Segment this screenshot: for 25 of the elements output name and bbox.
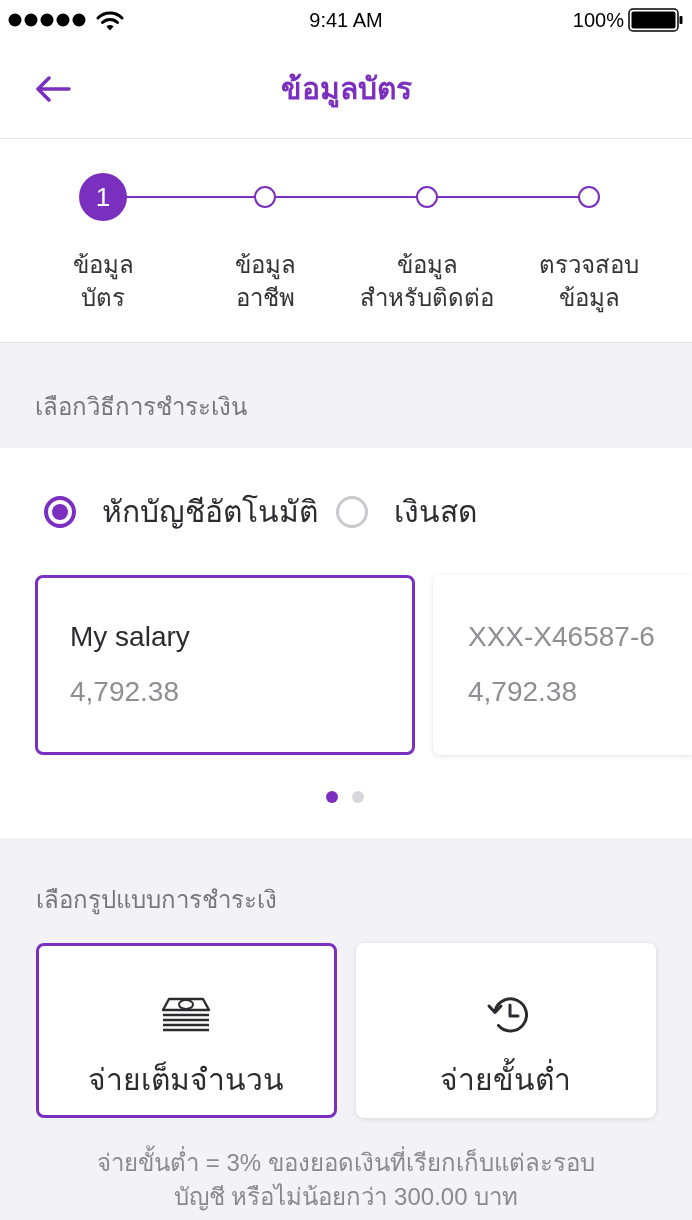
- page-title: ข้อมูลบัตร: [280, 69, 412, 109]
- account-balance: 4,792.38: [468, 675, 578, 709]
- account-balance: 4,792.38: [70, 675, 180, 709]
- account-card[interactable]: My salary 4,792.38: [35, 575, 415, 755]
- step-label: ข้อมูล สำหรับติดต่อ: [360, 250, 494, 313]
- account-name: My salary: [70, 620, 191, 654]
- section-heading: เลือกรูปแบบการชำระเงิ: [36, 885, 278, 916]
- back-arrow-icon: [34, 76, 72, 102]
- battery-icon: [628, 8, 684, 32]
- step-label: ข้อมูล บัตร: [72, 250, 134, 313]
- section-heading: เลือกวิธีการชำระเงิน: [35, 392, 248, 422]
- step-label: ตรวจสอบ ข้อมูล: [539, 250, 639, 314]
- status-time: 9:41 AM: [309, 8, 383, 32]
- payment-type-button[interactable]: จ่ายขั้นต่ำ: [355, 943, 656, 1118]
- battery-percent: 100%: [572, 8, 624, 32]
- wifi-icon: [96, 9, 124, 31]
- signal-icon: [8, 13, 86, 27]
- payment-method-radio[interactable]: เงินสด: [336, 493, 477, 531]
- money-stack-icon: [160, 997, 213, 1033]
- step-label: ข้อมูล อาชีพ: [234, 250, 296, 313]
- payment-method-radio[interactable]: หักบัญชีอัตโนมัติ: [44, 493, 318, 531]
- account-name: XXX-X46587-6: [468, 620, 656, 654]
- step-marker: 1: [79, 173, 127, 221]
- minimum-payment-note: จ่ายขั้นต่ำ = 3% ของยอดเงินที่เรียกเก็บแต่ละรอบ บัญชี หรือไม่น้อยกว่า 300.00 บาท: [36, 1146, 656, 1214]
- payment-type-button[interactable]: จ่ายเต็มจำนวน: [36, 943, 337, 1118]
